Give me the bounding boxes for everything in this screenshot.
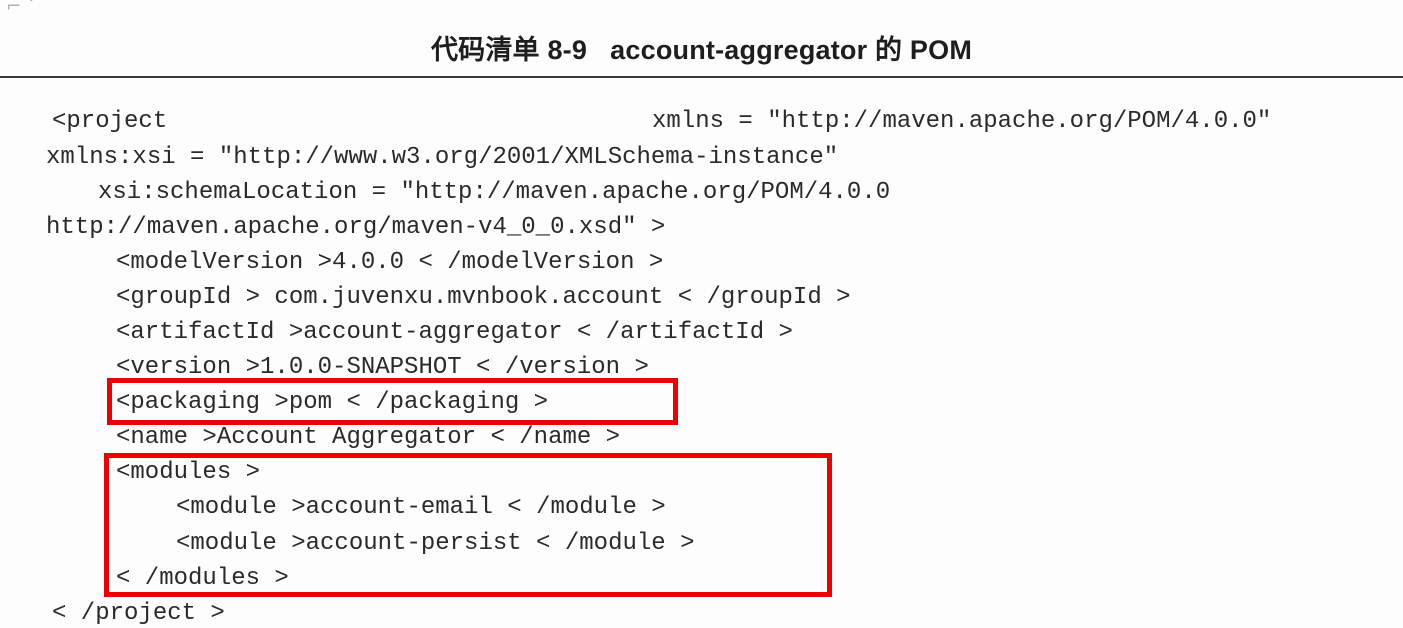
code-line: <groupId > com.juvenxu.mvnbook.account <… [116,284,851,311]
modules-highlight-box [104,453,832,597]
packaging-highlight-box [107,378,678,425]
listing-caption: 代码清单 8-9 account-aggregator 的 POM [430,35,973,65]
code-line: <modelVersion >4.0.0 < /modelVersion > [116,249,664,276]
code-line: xmlns:xsi = "http://www.w3.org/2001/XMLS… [46,144,839,171]
code-line: <artifactId >account-aggregator < /artif… [116,319,793,346]
code-line: < /project > [52,600,225,627]
code-line: <name >Account Aggregator < /name > [116,424,621,451]
code-line: http://maven.apache.org/maven-v4_0_0.xsd… [46,214,666,241]
code-line: xmlns = "http://maven.apache.org/POM/4.0… [652,108,1272,135]
corner-mark: ⌐ ˇ [6,0,36,17]
code-line: xsi:schemaLocation = "http://maven.apach… [98,179,891,206]
code-line: <project [52,108,168,135]
document-page: ⌐ ˇ 代码清单 8-9 account-aggregator 的 POM <p… [0,0,1403,628]
caption-rule [0,76,1403,78]
